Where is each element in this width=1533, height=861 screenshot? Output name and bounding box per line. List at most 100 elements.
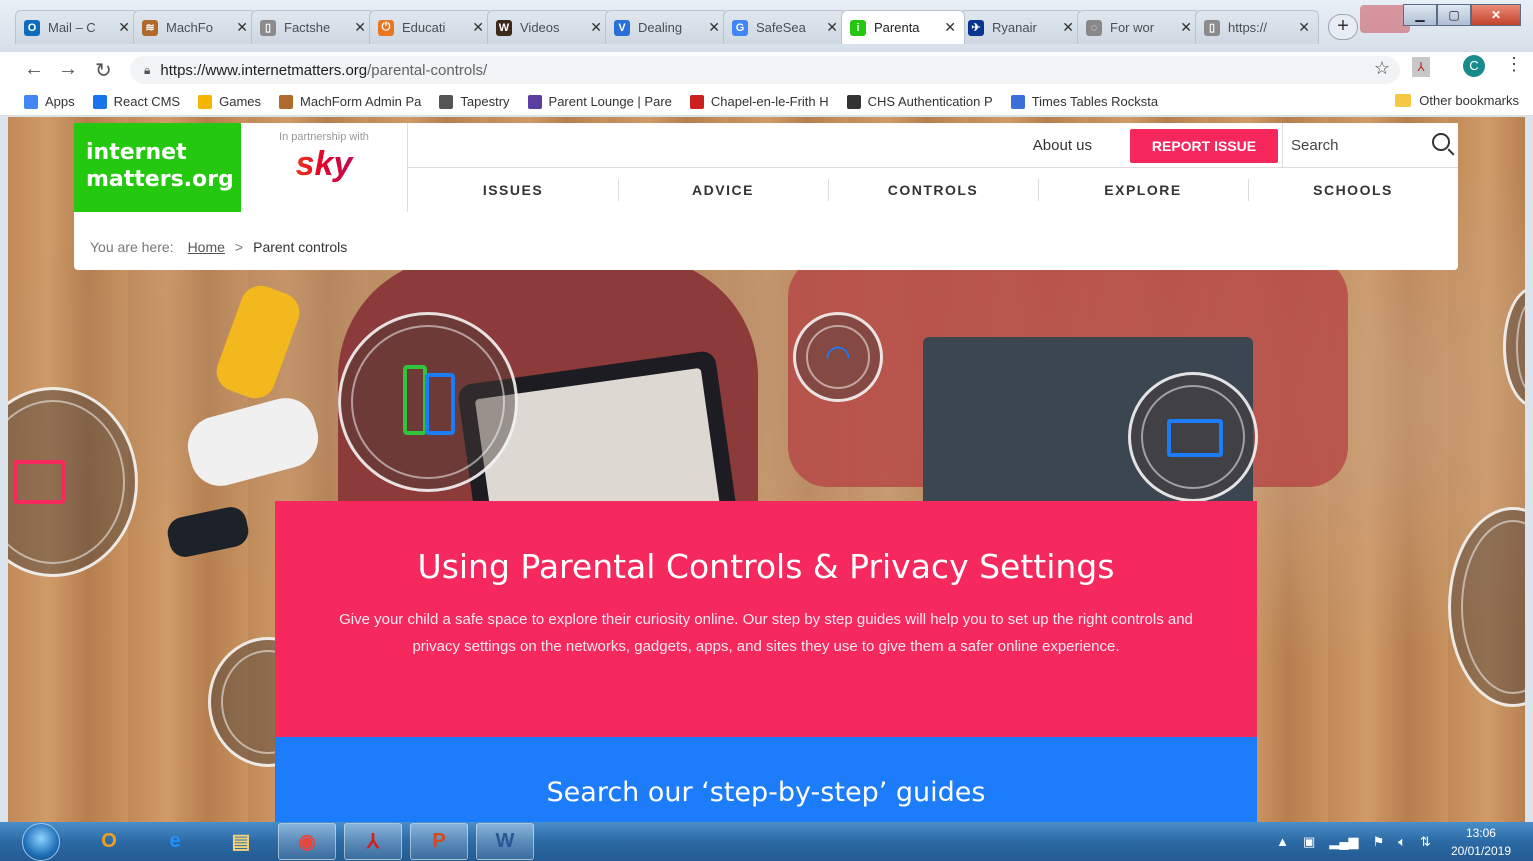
forward-icon[interactable]: →: [58, 58, 78, 81]
signal-icon[interactable]: ▂▄▆: [1329, 834, 1358, 850]
taskbar-acrobat-icon[interactable]: ⅄: [344, 823, 402, 860]
bookmark-item[interactable]: Tapestry: [439, 94, 510, 109]
tab-label: For wor: [1110, 20, 1155, 35]
clock[interactable]: 13:06 20/01/2019: [1451, 824, 1511, 860]
breadcrumb-current: Parent controls: [253, 239, 348, 255]
reload-icon[interactable]: ↻: [95, 58, 112, 83]
main-nav: ISSUES ADVICE CONTROLS EXPLORE SCHOOLS: [408, 169, 1458, 212]
bookmark-label: Tapestry: [460, 94, 510, 109]
tab-3[interactable]: ⏻ Educati ✕: [369, 10, 493, 44]
bookmark-item[interactable]: Chapel-en-le-Frith H: [689, 94, 829, 109]
bookmark-label: React CMS: [113, 94, 181, 109]
about-us-link[interactable]: About us: [1033, 137, 1092, 154]
site-logo[interactable]: internet matters.org: [74, 123, 241, 212]
bookmark-favicon-icon: [846, 94, 861, 109]
breadcrumb-label: You are here:: [90, 239, 174, 255]
nav-advice[interactable]: ADVICE: [618, 169, 828, 212]
sky-logo[interactable]: sky: [241, 145, 407, 184]
tab-favicon-icon: i: [850, 19, 866, 36]
tab-10[interactable]: ▯ https:// ✕: [1195, 10, 1319, 44]
other-bookmarks[interactable]: Other bookmarks: [1395, 93, 1519, 108]
tab-close-icon[interactable]: ✕: [1062, 19, 1074, 36]
breadcrumb-home-link[interactable]: Home: [188, 239, 225, 255]
bookmark-item[interactable]: Games: [198, 94, 261, 109]
wifi-icon-ring: ◠: [793, 312, 883, 402]
tray-expand-icon[interactable]: ▲: [1276, 834, 1289, 849]
tab-1[interactable]: ≋ MachFo ✕: [133, 10, 257, 44]
sync-icon[interactable]: ⇅: [1420, 834, 1431, 850]
tab-close-icon[interactable]: ✕: [708, 19, 720, 36]
nav-explore[interactable]: EXPLORE: [1038, 169, 1248, 212]
bookmark-favicon-icon: [689, 94, 704, 109]
nav-schools[interactable]: SCHOOLS: [1248, 169, 1458, 212]
page-viewport[interactable]: ◠ internet matters.org In partnership wi…: [8, 117, 1525, 822]
taskbar-ie-icon[interactable]: e: [146, 823, 204, 860]
logo-line-1: internet: [86, 140, 187, 165]
taskbar-chrome-icon[interactable]: ◉: [278, 823, 336, 860]
start-button[interactable]: [22, 822, 60, 861]
folder-icon: [1395, 94, 1412, 107]
nav-issues[interactable]: ISSUES: [408, 169, 618, 212]
bookmark-item[interactable]: MachForm Admin Pa: [279, 94, 421, 109]
bookmark-label: Apps: [45, 94, 75, 109]
partner-text: In partnership with: [279, 131, 369, 143]
taskbar-explorer-icon[interactable]: ▤: [212, 823, 270, 860]
site-search-input[interactable]: Search: [1282, 123, 1458, 168]
tab-4[interactable]: W Videos ✕: [487, 10, 611, 44]
close-window-button[interactable]: ✕: [1471, 4, 1521, 26]
partner-block: In partnership with sky: [241, 123, 408, 212]
browser-tab-strip: O Mail – C ✕ ≋ MachFo ✕ ▯ Factshe ✕ ⏻ Educati ✕ W Vid…: [0, 0, 1533, 52]
profile-avatar[interactable]: C: [1463, 55, 1485, 77]
bookmark-item[interactable]: Parent Lounge | Pare: [527, 94, 672, 109]
taskbar-word-icon[interactable]: W: [476, 823, 534, 860]
bookmark-favicon-icon: [24, 94, 38, 109]
bookmark-item[interactable]: React CMS: [92, 94, 181, 109]
minimize-button[interactable]: ▁: [1403, 4, 1437, 26]
tab-2[interactable]: ▯ Factshe ✕: [251, 10, 375, 44]
tab-close-icon[interactable]: ✕: [1298, 19, 1310, 36]
bookmark-item[interactable]: CHS Authentication P: [846, 94, 993, 109]
tab-close-icon[interactable]: ✕: [826, 19, 838, 36]
browser-menu-icon[interactable]: ⋮: [1505, 54, 1523, 75]
network-device-icon[interactable]: ▣: [1303, 834, 1315, 850]
bookmark-item[interactable]: Times Tables Rocksta: [1010, 94, 1158, 109]
bookmark-item[interactable]: Apps: [24, 94, 75, 109]
bookmark-star-icon[interactable]: ☆: [1374, 58, 1390, 79]
tab-6[interactable]: G SafeSea ✕: [723, 10, 847, 44]
taskbar-powerpoint-icon[interactable]: P: [410, 823, 468, 860]
back-icon[interactable]: ←: [24, 58, 44, 81]
bookmark-favicon-icon: [279, 94, 294, 109]
tab-0[interactable]: O Mail – C ✕: [15, 10, 139, 44]
action-center-icon[interactable]: ⚑: [1373, 834, 1385, 850]
window-controls: ▁ ▢ ✕: [1403, 4, 1521, 26]
tab-5[interactable]: V Dealing ✕: [605, 10, 729, 44]
tab-close-icon[interactable]: ✕: [1180, 19, 1192, 36]
tab-9[interactable]: ◌ For wor ✕: [1077, 10, 1201, 44]
toy-car-yellow: [210, 280, 306, 404]
tab-close-icon[interactable]: ✕: [236, 19, 248, 36]
maximize-button[interactable]: ▢: [1437, 4, 1471, 26]
tab-close-icon[interactable]: ✕: [472, 19, 484, 36]
volume-icon[interactable]: 🔈︎: [1398, 834, 1406, 850]
report-issue-button[interactable]: REPORT ISSUE: [1130, 129, 1278, 163]
nav-controls[interactable]: CONTROLS: [828, 169, 1038, 212]
tab-7[interactable]: i Parenta ✕: [841, 10, 965, 44]
search-icon[interactable]: [1432, 133, 1450, 151]
tab-favicon-icon: ⏻: [378, 19, 394, 36]
tab-close-icon[interactable]: ✕: [590, 19, 602, 36]
tab-label: Parenta: [874, 20, 920, 35]
taskbar-outlook-icon[interactable]: O: [80, 823, 138, 860]
tab-close-icon[interactable]: ✕: [944, 19, 956, 36]
tab-8[interactable]: ✈ Ryanair ✕: [959, 10, 1083, 44]
address-bar[interactable]: 🔒︎ https://www.internetmatters.org/paren…: [130, 56, 1400, 84]
bookmark-label: Chapel-en-le-Frith H: [710, 94, 829, 109]
tab-label: Ryanair: [992, 20, 1037, 35]
tab-favicon-icon: W: [496, 19, 512, 36]
tab-close-icon[interactable]: ✕: [118, 19, 130, 36]
pdf-extension-icon[interactable]: ⅄: [1412, 57, 1430, 77]
tab-label: MachFo: [166, 20, 213, 35]
tab-close-icon[interactable]: ✕: [354, 19, 366, 36]
bookmark-favicon-icon: [1010, 94, 1025, 109]
new-tab-button[interactable]: +: [1328, 14, 1358, 40]
bookmark-favicon-icon: [527, 94, 542, 109]
